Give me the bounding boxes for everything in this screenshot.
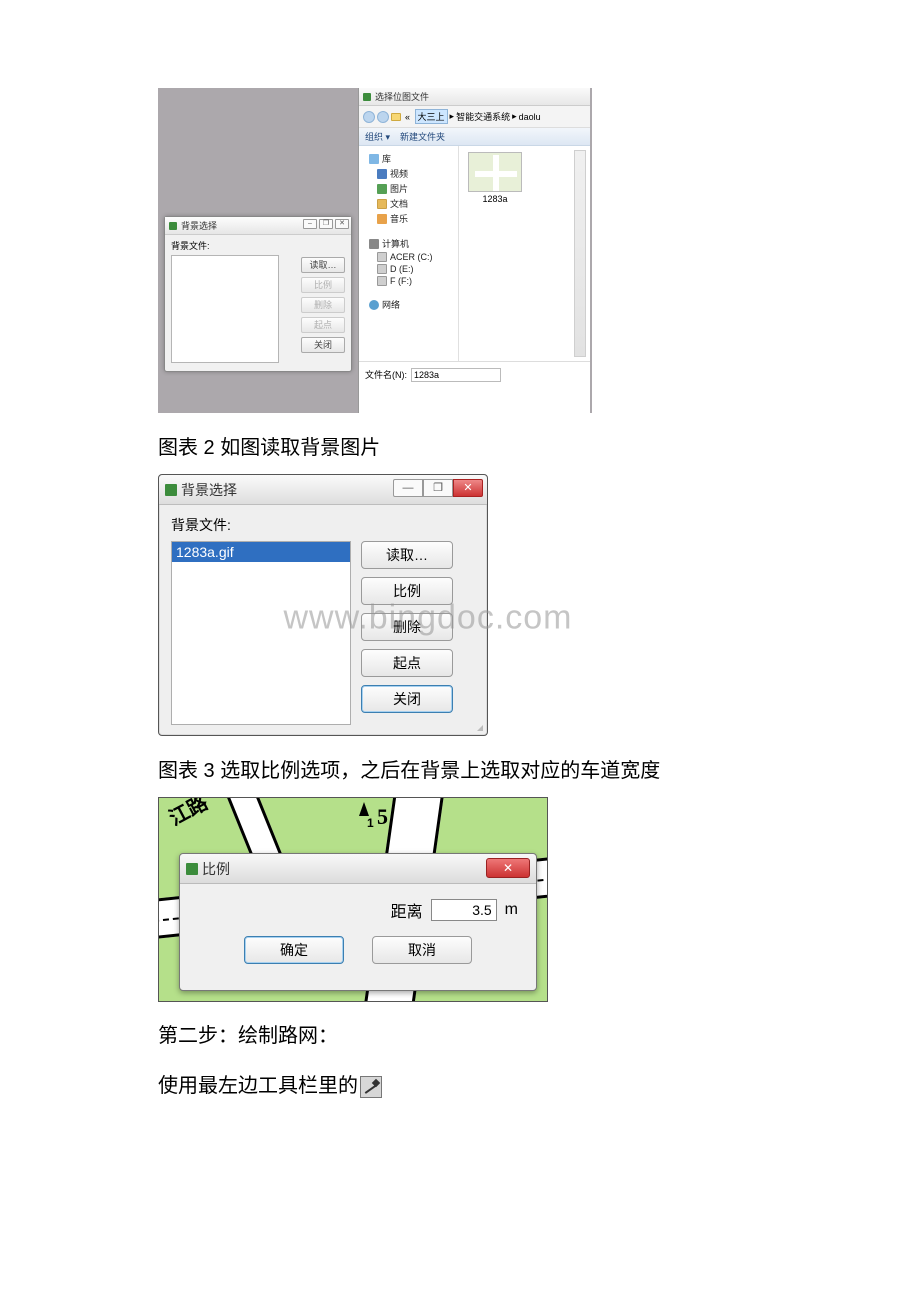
scale-button[interactable]: 比例 <box>361 577 453 605</box>
crumb-2[interactable]: 智能交通系统 <box>456 110 510 123</box>
map-mark-1: 1 <box>367 816 374 830</box>
step-2-tool-line: 使用最左边工具栏里的 <box>158 1070 860 1102</box>
tree-library[interactable]: 库 <box>382 152 391 165</box>
app-icon <box>186 863 198 875</box>
resize-grip-icon[interactable] <box>471 719 483 731</box>
background-file-list[interactable] <box>171 255 279 363</box>
read-button[interactable]: 读取… <box>301 257 345 273</box>
list-item-selected[interactable]: 1283a.gif <box>172 542 350 562</box>
step-2-heading: 第二步：绘制路网： <box>158 1020 860 1052</box>
delete-button: 删除 <box>301 297 345 313</box>
file-label: 1283a <box>465 194 525 204</box>
breadcrumb[interactable]: « 大三上 ▸ 智能交通系统 ▸ daolu <box>403 109 543 124</box>
dialog-title: 比例 <box>202 859 230 879</box>
picker-titlebar: 选择位图文件 <box>359 88 590 106</box>
close-button[interactable]: ✕ <box>486 858 530 878</box>
nav-back-button[interactable] <box>363 111 375 123</box>
close-button[interactable]: ✕ <box>335 219 349 229</box>
picture-icon <box>377 184 387 194</box>
file-item[interactable]: 1283a <box>465 152 525 204</box>
maximize-button[interactable]: ❐ <box>319 219 333 229</box>
map-mark-5: 5 <box>377 804 388 830</box>
cancel-button[interactable]: 取消 <box>372 936 472 964</box>
folder-icon <box>391 113 401 121</box>
network-icon <box>369 300 379 310</box>
app-icon <box>169 222 177 230</box>
minimize-button[interactable]: — <box>393 479 423 497</box>
tree-network[interactable]: 网络 <box>382 298 400 311</box>
figure-2-composite: 背景选择 – ❐ ✕ 背景文件: 读取… 比例 删除 起点 关闭 <box>158 88 592 413</box>
origin-button: 起点 <box>301 317 345 333</box>
tree-picture[interactable]: 图片 <box>390 182 408 195</box>
drive-icon <box>377 252 387 262</box>
dialog-titlebar: 背景选择 – ❐ ✕ <box>165 217 351 235</box>
arrow-icon <box>359 802 369 816</box>
close-button[interactable]: 关闭 <box>361 685 453 713</box>
maximize-button[interactable]: ❐ <box>423 479 453 497</box>
file-open-dialog: 选择位图文件 « 大三上 ▸ 智能交通系统 ▸ daolu 组织 ▾ 新建文件夹… <box>358 88 590 413</box>
minimize-button[interactable]: – <box>303 219 317 229</box>
tree-drive-d[interactable]: D (E:) <box>390 264 414 274</box>
dialog-title: 背景选择 <box>181 219 217 232</box>
picker-breadcrumb-bar: « 大三上 ▸ 智能交通系统 ▸ daolu <box>359 106 590 128</box>
app-icon <box>165 484 177 496</box>
dialog-titlebar: 比例 ✕ <box>180 854 536 884</box>
window-buttons: – ❐ ✕ <box>303 219 349 229</box>
crumb-current[interactable]: 大三上 <box>415 109 448 124</box>
distance-unit: m <box>505 901 518 919</box>
background-select-dialog-small: 背景选择 – ❐ ✕ 背景文件: 读取… 比例 删除 起点 关闭 <box>164 216 352 372</box>
picker-nav-tree[interactable]: 库 视频 图片 文档 音乐 计算机 ACER (C:) D (E:) F (F:… <box>359 146 459 361</box>
tree-music[interactable]: 音乐 <box>390 212 408 225</box>
picker-toolbar: 组织 ▾ 新建文件夹 <box>359 128 590 146</box>
dialog-titlebar: 背景选择 — ❐ ✕ <box>159 475 487 505</box>
read-button[interactable]: 读取… <box>361 541 453 569</box>
tree-drive-f[interactable]: F (F:) <box>390 276 412 286</box>
nav-forward-button[interactable] <box>377 111 389 123</box>
organize-menu[interactable]: 组织 ▾ <box>365 130 390 143</box>
tree-computer[interactable]: 计算机 <box>382 237 409 250</box>
new-folder-button[interactable]: 新建文件夹 <box>400 130 445 143</box>
origin-button[interactable]: 起点 <box>361 649 453 677</box>
tree-video[interactable]: 视频 <box>390 167 408 180</box>
background-file-list[interactable]: 1283a.gif <box>171 541 351 725</box>
picker-title: 选择位图文件 <box>375 90 429 103</box>
app-icon <box>363 93 371 101</box>
step-2-tool-text: 使用最左边工具栏里的 <box>158 1075 358 1097</box>
picker-file-grid[interactable]: 1283a <box>459 146 590 361</box>
drive-icon <box>377 276 387 286</box>
road-name-label: 江路 <box>167 797 211 829</box>
ok-button[interactable]: 确定 <box>244 936 344 964</box>
crumb-3[interactable]: daolu <box>519 112 541 122</box>
tree-drive-c[interactable]: ACER (C:) <box>390 252 433 262</box>
figure-4-scale-dialog: 江路 1 5 比例 ✕ 距离 m 确定 取消 <box>158 797 548 1002</box>
file-thumbnail <box>468 152 522 192</box>
filename-input[interactable] <box>411 368 501 382</box>
dialog-title: 背景选择 <box>181 480 237 500</box>
filename-row: 文件名(N): <box>359 361 590 387</box>
scale-button: 比例 <box>301 277 345 293</box>
music-icon <box>377 214 387 224</box>
close-button[interactable]: 关闭 <box>301 337 345 353</box>
filename-label: 文件名(N): <box>365 368 407 381</box>
video-icon <box>377 169 387 179</box>
background-select-dialog-large: 背景选择 — ❐ ✕ 背景文件: 1283a.gif 读取… 比例 删除 <box>158 474 488 736</box>
delete-button[interactable]: 删除 <box>361 613 453 641</box>
scale-dialog: 比例 ✕ 距离 m 确定 取消 <box>179 853 537 991</box>
distance-label: 距离 <box>391 898 423 922</box>
document-icon <box>377 199 387 209</box>
background-file-label: 背景文件: <box>171 515 475 535</box>
distance-input[interactable] <box>431 899 497 921</box>
drive-icon <box>377 264 387 274</box>
figure-3-caption: 图表 3 选取比例选项，之后在背景上选取对应的车道宽度 <box>158 754 860 783</box>
figure-2-caption: 图表 2 如图读取背景图片 <box>158 431 860 460</box>
computer-icon <box>369 239 379 249</box>
library-icon <box>369 154 379 164</box>
close-button[interactable]: ✕ <box>453 479 483 497</box>
background-file-label: 背景文件: <box>171 239 345 252</box>
tree-document[interactable]: 文档 <box>390 197 408 210</box>
draw-link-tool-icon <box>360 1076 382 1098</box>
